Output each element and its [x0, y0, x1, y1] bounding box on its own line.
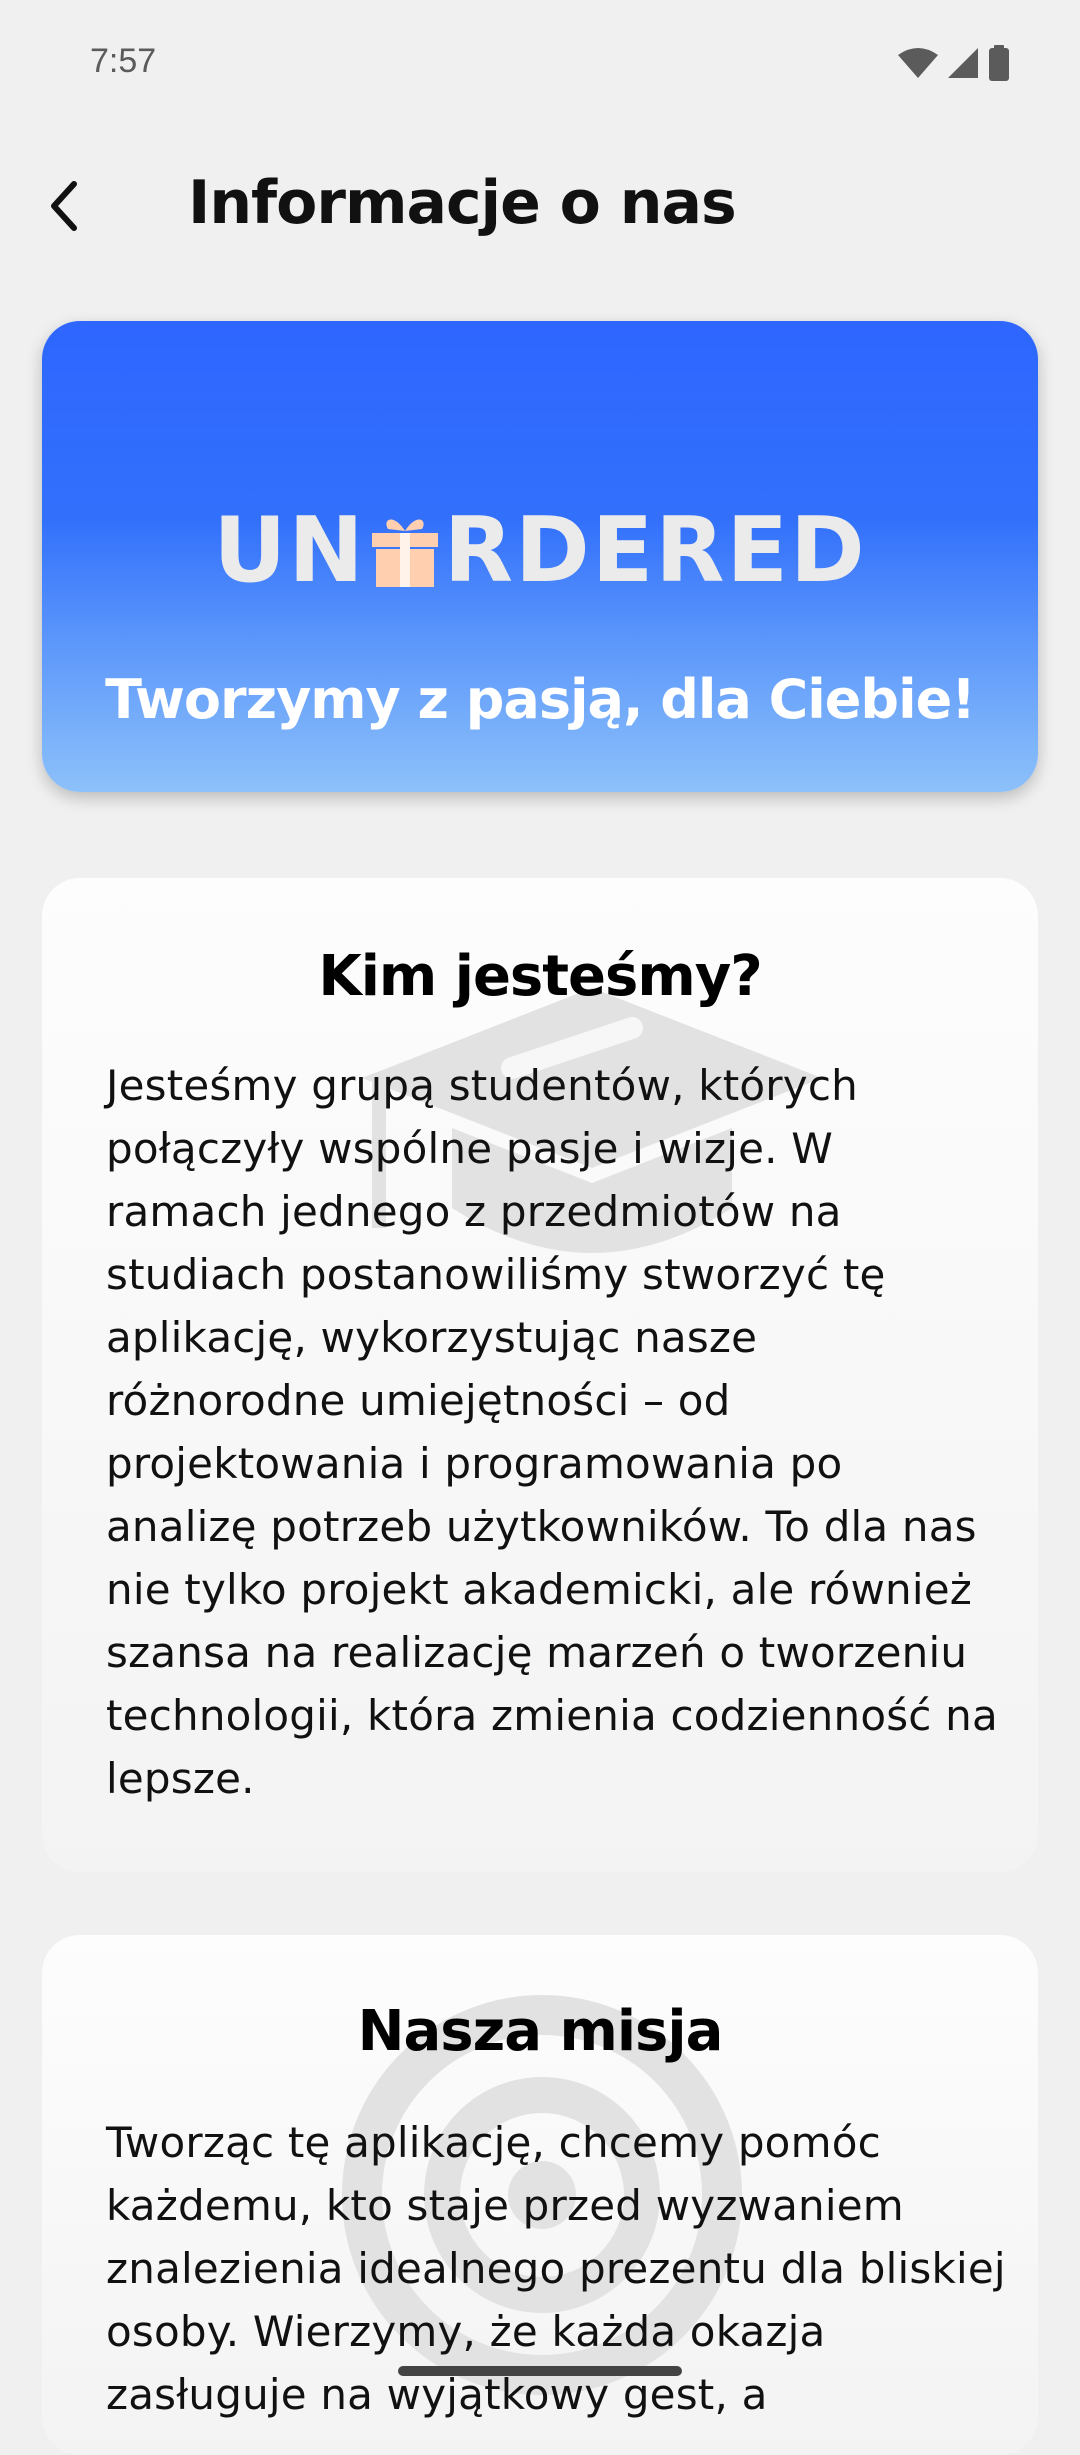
section-body: Tworząc tę aplikację, chcemy pomóc każde… — [106, 2118, 1006, 2419]
section-title: Nasza misja — [357, 1999, 724, 2064]
logo-text-left: UN — [213, 498, 366, 603]
hero-slogan: Tworzymy z pasją, dla Ciebie! — [105, 668, 976, 731]
status-bar: 7:57 — [0, 0, 1080, 128]
gift-icon — [368, 509, 442, 593]
wifi-icon — [898, 47, 938, 83]
section-card-mission: Nasza misja Tworząc tę aplikację, chcemy… — [42, 1935, 1038, 2455]
status-icons — [898, 45, 1010, 85]
status-time: 7:57 — [90, 42, 157, 80]
back-arrow-icon — [51, 181, 77, 231]
home-indicator[interactable] — [398, 2366, 682, 2376]
back-button[interactable] — [24, 166, 104, 246]
logo-text-right: RDERED — [443, 498, 867, 603]
section-card-about: Kim jesteśmy? Jesteśmy grupą studentów, … — [42, 878, 1038, 1872]
signal-icon — [946, 46, 980, 84]
app-bar: Informacje o nas — [0, 150, 1080, 262]
battery-icon — [988, 45, 1010, 85]
section-body: Jesteśmy grupą studentów, których połącz… — [106, 1061, 998, 1803]
hero-banner: UN RDERED Tworzymy z pasją, dla Ciebie! — [42, 321, 1038, 792]
app-logo: UN RDERED — [42, 496, 1038, 606]
page-title: Informacje o nas — [188, 168, 737, 238]
section-title: Kim jesteśmy? — [318, 944, 762, 1009]
